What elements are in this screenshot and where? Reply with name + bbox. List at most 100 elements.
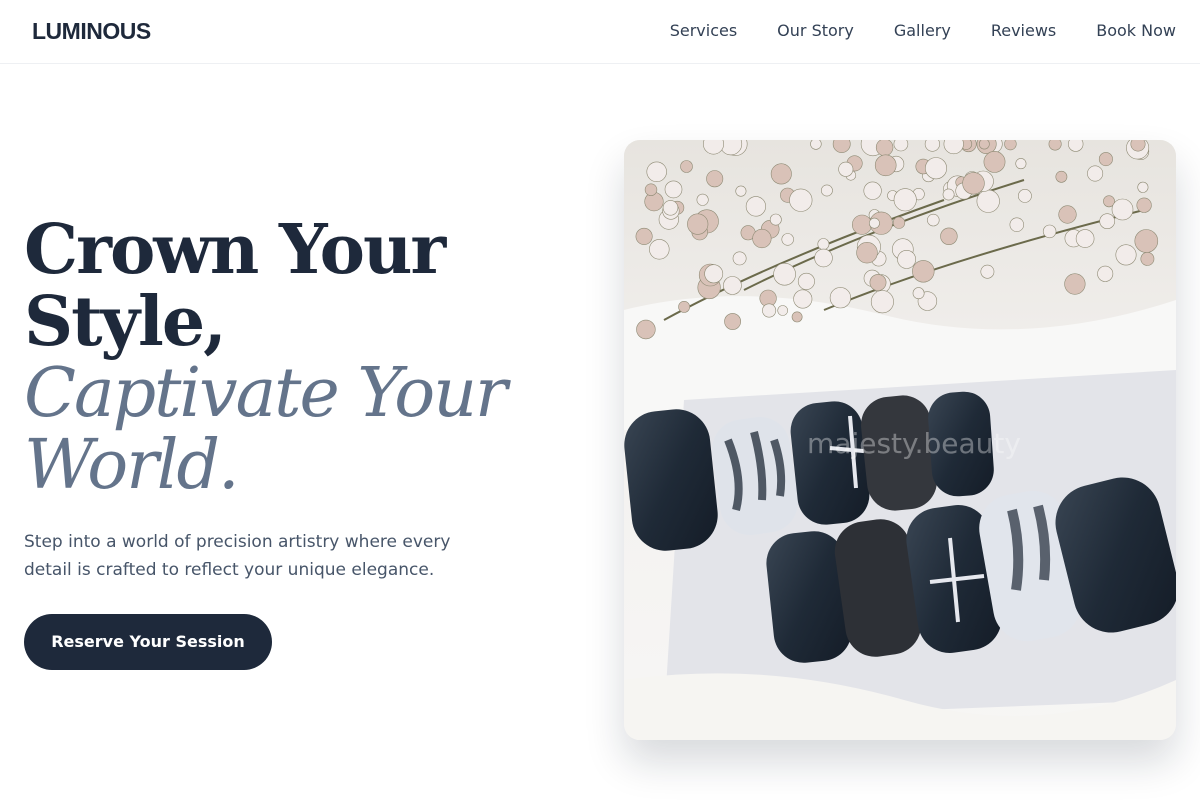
flower-blossom bbox=[724, 313, 742, 330]
flower-blossom bbox=[852, 214, 873, 235]
flower-blossom bbox=[980, 264, 995, 279]
nav-link-gallery[interactable]: Gallery bbox=[894, 21, 951, 40]
reserve-session-button[interactable]: Reserve Your Session bbox=[24, 614, 272, 670]
flower-blossom bbox=[893, 140, 909, 152]
flower-blossom bbox=[1055, 170, 1068, 183]
flower-blossom bbox=[1017, 189, 1032, 203]
flower-blossom bbox=[1115, 244, 1137, 266]
flower-blossom bbox=[1048, 140, 1062, 151]
flower-blossom bbox=[664, 180, 683, 199]
flower-blossom bbox=[1042, 224, 1057, 239]
flower-blossom bbox=[924, 140, 940, 152]
flower-blossom bbox=[838, 161, 854, 177]
flower-blossom bbox=[1137, 181, 1149, 193]
flower-blossom bbox=[1009, 217, 1024, 232]
flower-blossom bbox=[1075, 229, 1095, 248]
flower-blossom bbox=[892, 216, 906, 229]
flower-blossom bbox=[745, 196, 766, 217]
flower-blossom bbox=[978, 140, 990, 150]
flower-blossom bbox=[814, 248, 833, 268]
flower-blossom bbox=[868, 217, 880, 229]
flower-blossom bbox=[1099, 213, 1116, 229]
flower-blossom bbox=[940, 227, 958, 246]
flower-blossom bbox=[863, 181, 882, 200]
flower-blossom bbox=[678, 300, 690, 313]
flower-blossom bbox=[769, 213, 782, 226]
flower-blossom bbox=[646, 161, 667, 182]
flower-blossom bbox=[817, 238, 830, 250]
flower-blossom bbox=[662, 200, 679, 216]
flower-blossom bbox=[1097, 265, 1114, 282]
flower-blossom bbox=[793, 289, 813, 309]
flower-blossom bbox=[1068, 140, 1084, 152]
hero-headline: Crown Your Style, Captivate Your World. bbox=[24, 214, 564, 502]
nav-link-our-story[interactable]: Our Story bbox=[777, 21, 854, 40]
flower-blossom bbox=[870, 290, 894, 314]
flower-blossom bbox=[706, 170, 724, 188]
flower-blossom bbox=[762, 303, 777, 318]
flower-blossom bbox=[1058, 205, 1077, 224]
flower-blossom bbox=[777, 305, 788, 316]
flower-blossom bbox=[1064, 273, 1086, 295]
flower-blossom bbox=[976, 189, 1000, 213]
flower-blossom bbox=[1140, 252, 1155, 266]
flower-blossom bbox=[635, 227, 653, 245]
top-navigation: LUMINOUS Services Our Story Gallery Revi… bbox=[0, 0, 1200, 64]
headline-line-1: Crown Your bbox=[24, 210, 446, 290]
flower-blossom bbox=[773, 262, 796, 286]
flower-blossom bbox=[752, 228, 772, 249]
headline-line-2: Style, bbox=[24, 282, 227, 362]
flower-blossom bbox=[1136, 197, 1152, 213]
headline-line-3: Captivate Your bbox=[24, 354, 508, 433]
hero-text: Crown Your Style, Captivate Your World. … bbox=[24, 214, 564, 670]
flower-blossom bbox=[770, 163, 792, 185]
flower-blossom bbox=[820, 184, 833, 197]
flower-blossom bbox=[649, 239, 670, 260]
flower-blossom bbox=[1130, 140, 1146, 152]
flower-blossom bbox=[912, 287, 925, 300]
photo-watermark: majesty.beauty bbox=[807, 427, 1021, 460]
flower-blossom bbox=[680, 160, 693, 173]
brand-logo[interactable]: LUMINOUS bbox=[32, 18, 151, 45]
flower-blossom bbox=[1087, 165, 1104, 182]
flower-blossom bbox=[636, 319, 656, 340]
flower-blossom bbox=[687, 213, 709, 235]
nav-link-services[interactable]: Services bbox=[670, 21, 737, 40]
flower-blossom bbox=[789, 188, 813, 212]
flower-blossom bbox=[781, 233, 794, 246]
flower-blossom bbox=[897, 250, 917, 269]
flower-blossom bbox=[1098, 152, 1113, 167]
flower-blossom bbox=[856, 241, 878, 264]
flower-blossom bbox=[696, 193, 709, 206]
flower-blossom bbox=[723, 276, 742, 295]
flower-blossom bbox=[983, 150, 1006, 173]
nav-link-reviews[interactable]: Reviews bbox=[991, 21, 1056, 40]
flower-blossom bbox=[869, 274, 887, 291]
headline-line-4: World. bbox=[24, 426, 240, 505]
flower-blossom bbox=[1111, 198, 1134, 221]
flower-blossom bbox=[791, 311, 803, 323]
flower-blossom bbox=[1134, 229, 1159, 253]
flower-blossom bbox=[1015, 158, 1027, 170]
flower-blossom bbox=[1004, 140, 1017, 151]
flower-blossom bbox=[924, 157, 947, 180]
nav-links: Services Our Story Gallery Reviews Book … bbox=[670, 21, 1176, 40]
flower-blossom bbox=[875, 140, 894, 157]
flower-blossom bbox=[732, 251, 747, 266]
hero-subtitle: Step into a world of precision artistry … bbox=[24, 532, 451, 580]
hero-image: majesty.beauty bbox=[624, 140, 1176, 740]
nails-photo: majesty.beauty bbox=[624, 140, 1176, 740]
flower-blossom bbox=[797, 272, 815, 290]
flower-blossom bbox=[874, 154, 897, 177]
flower-blossom bbox=[893, 188, 917, 212]
flower-blossom bbox=[810, 140, 822, 150]
flower-blossom bbox=[927, 213, 940, 227]
flower-blossom bbox=[735, 185, 747, 197]
flower-blossom bbox=[962, 172, 985, 195]
flower-blossom bbox=[704, 264, 724, 284]
nav-link-book-now[interactable]: Book Now bbox=[1096, 21, 1176, 40]
flower-blossom bbox=[912, 260, 935, 283]
flower-blossom bbox=[644, 183, 658, 196]
flower-blossom bbox=[942, 188, 955, 201]
flower-blossom bbox=[829, 287, 851, 309]
